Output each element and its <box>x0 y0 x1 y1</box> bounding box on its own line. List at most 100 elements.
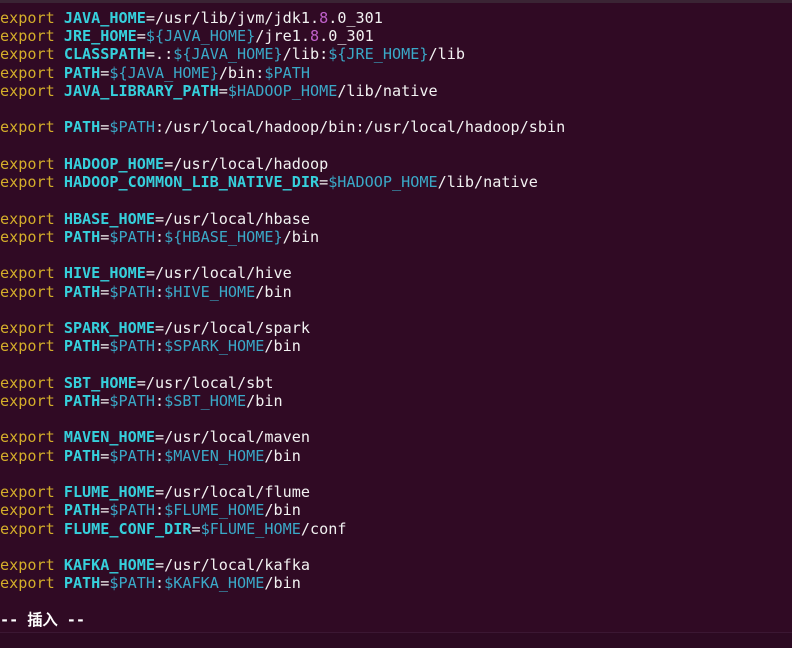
variable-reference: $MAVEN_HOME <box>164 446 265 465</box>
keyword-export: export <box>0 373 55 392</box>
variable-reference: $KAFKA_HOME <box>164 574 265 593</box>
variable-name: PATH <box>63 337 101 356</box>
path-text: /bin: <box>218 63 265 82</box>
assignment-operator: = <box>154 318 165 337</box>
code-line: export JAVA_LIBRARY_PATH=$HADOOP_HOME/li… <box>0 82 792 100</box>
variable-reference: $SBT_HOME <box>164 391 247 410</box>
variable-name: JAVA_HOME <box>63 9 146 27</box>
assignment-operator: = <box>154 483 165 502</box>
variable-name: PATH <box>63 501 101 520</box>
code-line: export PATH=$PATH:$KAFKA_HOME/bin <box>0 574 792 592</box>
assignment-operator: = <box>218 81 228 100</box>
variable-name: HADOOP_COMMON_LIB_NATIVE_DIR <box>63 173 320 192</box>
path-text: /bin <box>264 337 301 356</box>
terminal-bottom-edge <box>0 632 792 648</box>
terminal-window[interactable]: export JAVA_HOME=/usr/lib/jvm/jdk1.8.0_3… <box>0 0 792 648</box>
variable-name: PATH <box>63 391 101 410</box>
keyword-export: export <box>0 428 55 447</box>
variable-reference: $HIVE_HOME <box>164 282 256 301</box>
variable-name: HBASE_HOME <box>63 209 155 228</box>
code-line: export PATH=$PATH:$HIVE_HOME/bin <box>0 283 792 301</box>
keyword-export: export <box>0 519 55 538</box>
path-text: /usr/local/sbt <box>145 373 274 392</box>
assignment-operator: = <box>145 9 155 27</box>
assignment-operator: = <box>136 373 146 392</box>
variable-reference: $PATH <box>109 118 155 137</box>
assignment-operator: = <box>154 209 165 228</box>
variable-reference: $PATH <box>109 391 155 410</box>
assignment-operator: = <box>154 556 165 575</box>
keyword-export: export <box>0 446 55 465</box>
variable-reference: $FLUME_HOME <box>200 519 301 538</box>
keyword-export: export <box>0 173 55 192</box>
keyword-export: export <box>0 483 55 502</box>
path-text: : <box>155 501 165 520</box>
keyword-export: export <box>0 501 55 520</box>
code-line: export PATH=$PATH:$FLUME_HOME/bin <box>0 501 792 519</box>
keyword-export: export <box>0 227 55 246</box>
variable-name: HADOOP_HOME <box>63 154 165 173</box>
window-top-edge <box>0 0 792 3</box>
path-text: /bin <box>246 391 283 410</box>
path-text: /bin <box>255 282 292 301</box>
path-text: /bin <box>264 501 301 520</box>
path-text: /usr/local/maven <box>164 428 310 447</box>
keyword-export: export <box>0 154 55 173</box>
variable-name: JRE_HOME <box>63 27 137 46</box>
keyword-export: export <box>0 337 55 356</box>
path-text: /bin <box>264 446 301 465</box>
assignment-operator: = <box>191 519 201 538</box>
path-text: /usr/local/hadoop <box>173 154 329 173</box>
variable-reference: $FLUME_HOME <box>164 501 265 520</box>
path-text: /usr/local/spark <box>164 318 310 337</box>
code-line: export HADOOP_HOME=/usr/local/hadoop <box>0 155 792 173</box>
variable-reference: ${JAVA_HOME} <box>173 45 283 64</box>
keyword-export: export <box>0 556 55 575</box>
path-text: :/usr/local/hadoop/bin:/usr/local/hadoop… <box>155 118 566 137</box>
variable-reference: $PATH <box>109 282 155 301</box>
path-text: /bin <box>264 574 301 593</box>
keyword-export: export <box>0 9 55 27</box>
variable-reference: $SPARK_HOME <box>164 337 265 356</box>
keyword-export: export <box>0 318 55 337</box>
code-line: export FLUME_HOME=/usr/local/flume <box>0 483 792 501</box>
assignment-operator: = <box>145 45 155 64</box>
keyword-export: export <box>0 282 55 301</box>
assignment-operator: = <box>136 27 146 46</box>
assignment-operator: = <box>154 428 165 447</box>
code-line: export PATH=$PATH:${HBASE_HOME}/bin <box>0 228 792 246</box>
path-text: : <box>155 574 165 593</box>
vim-mode-indicator: -- 插入 -- <box>0 610 85 629</box>
keyword-export: export <box>0 63 55 82</box>
vim-editor-buffer[interactable]: export JAVA_HOME=/usr/lib/jvm/jdk1.8.0_3… <box>0 9 792 629</box>
path-text: /lib <box>428 45 465 64</box>
code-line: export CLASSPATH=.:${JAVA_HOME}/lib:${JR… <box>0 45 792 63</box>
path-text: /conf <box>300 519 347 538</box>
keyword-export: export <box>0 574 55 593</box>
path-text: /lib/native <box>437 173 538 192</box>
path-text: .: <box>155 45 174 64</box>
code-line: export PATH=$PATH:$MAVEN_HOME/bin <box>0 447 792 465</box>
path-text: /lib: <box>282 45 329 64</box>
